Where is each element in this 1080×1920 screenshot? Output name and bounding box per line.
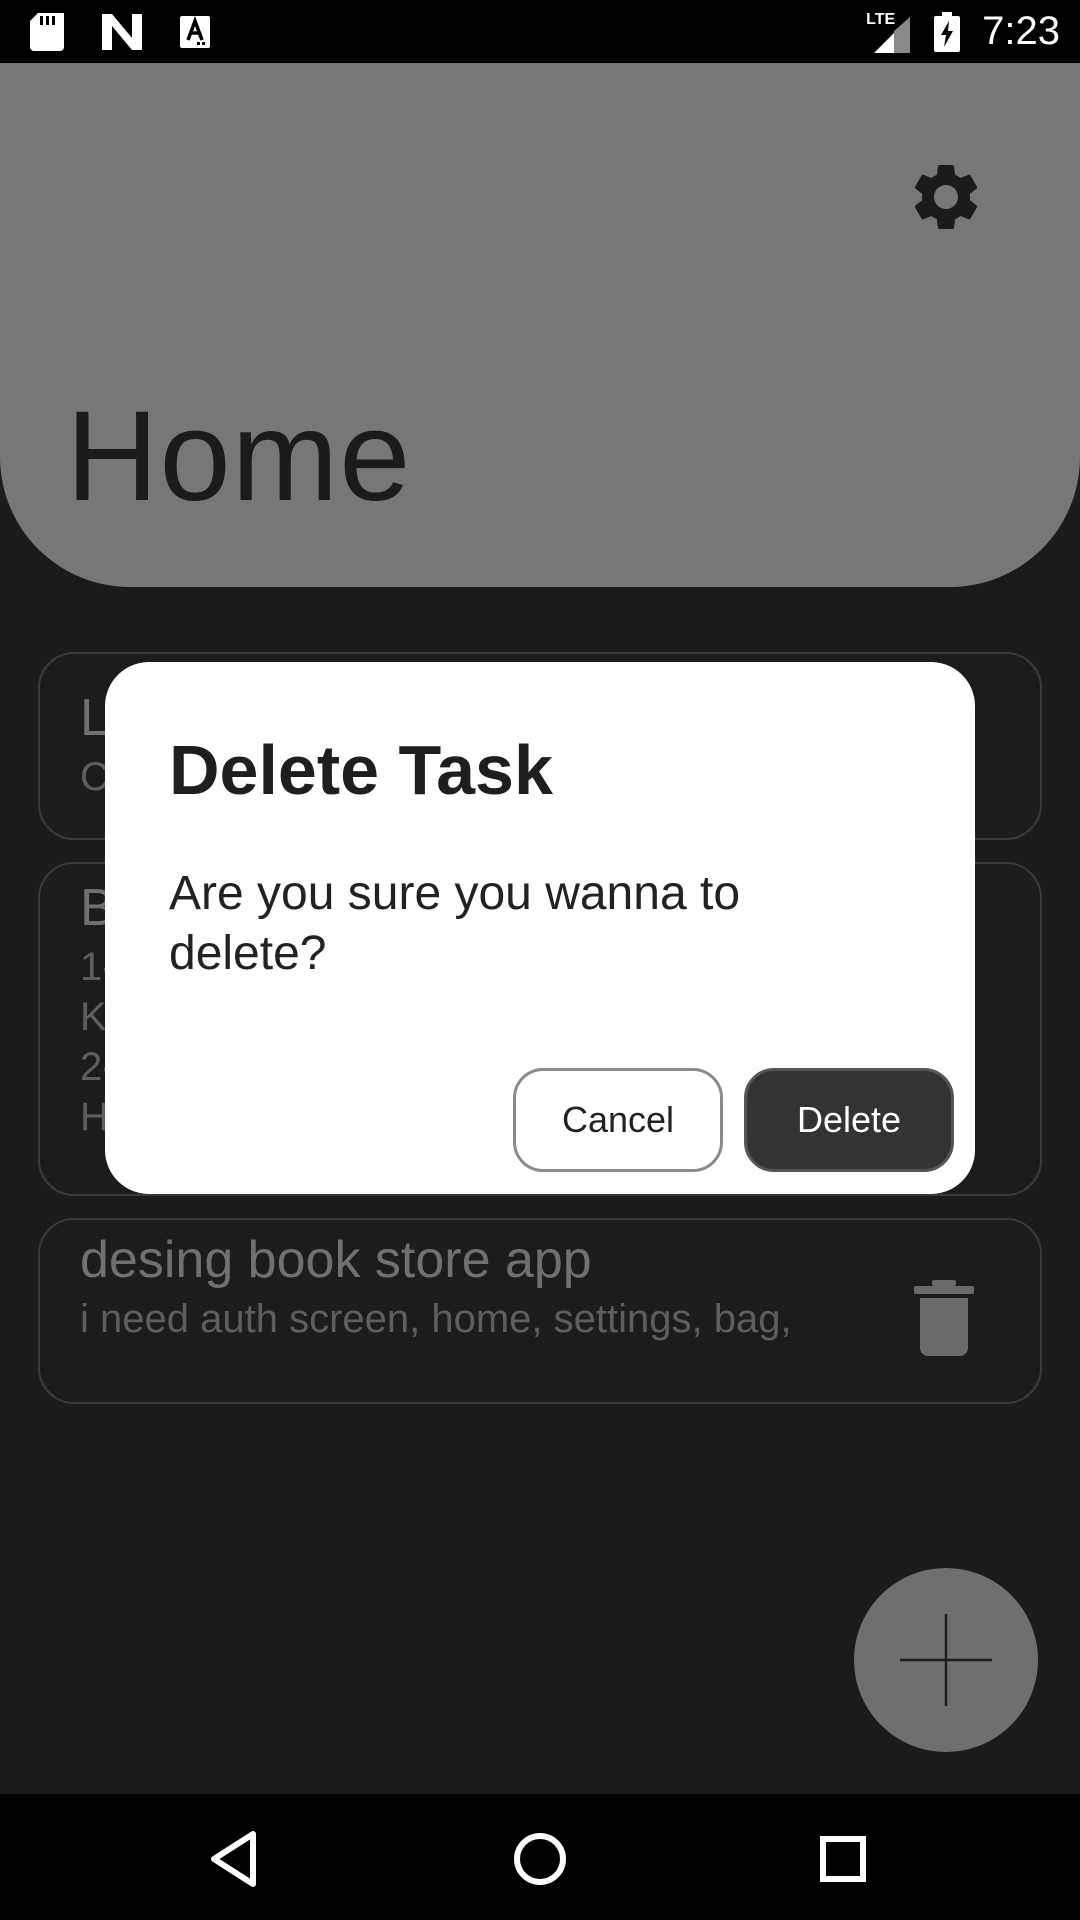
dialog-title: Delete Task [169,731,553,809]
plus-icon [900,1614,992,1706]
recents-icon[interactable] [808,1824,878,1894]
battery-charging-icon [934,11,961,52]
back-icon[interactable] [200,1824,270,1894]
a-notification-icon [180,15,210,48]
n-notification-icon [102,13,142,50]
status-left [30,12,210,51]
status-bar: LTE 7:23 [0,0,1080,63]
delete-button[interactable]: Delete [744,1068,954,1172]
dialog-message: Are you sure you wanna to delete? [169,867,741,980]
status-right: LTE 7:23 [866,9,1060,54]
add-task-button[interactable] [854,1568,1038,1752]
signal-icon [874,16,911,53]
header: Home [0,63,1080,587]
signal-indicator: LTE [866,11,912,53]
home-icon[interactable] [505,1824,575,1894]
page-title: Home [66,385,412,528]
task-card[interactable]: desing book store app i need auth screen… [38,1218,1042,1404]
navigation-bar [0,1794,1080,1920]
screen: LTE 7:23 Home L C B 1- K 2- H desing boo… [0,0,1080,1920]
delete-dialog: Delete Task Are you sure you wanna to de… [105,662,975,1194]
status-time: 7:23 [982,9,1060,53]
task-title: desing book store app [80,1231,592,1289]
cancel-button[interactable]: Cancel [513,1068,723,1172]
trash-icon[interactable] [914,1280,974,1356]
gear-icon[interactable] [906,157,986,237]
task-description-line: K [80,995,107,1039]
task-description: i need auth screen, home, settings, bag, [80,1297,792,1341]
sd-card-icon [30,12,64,51]
